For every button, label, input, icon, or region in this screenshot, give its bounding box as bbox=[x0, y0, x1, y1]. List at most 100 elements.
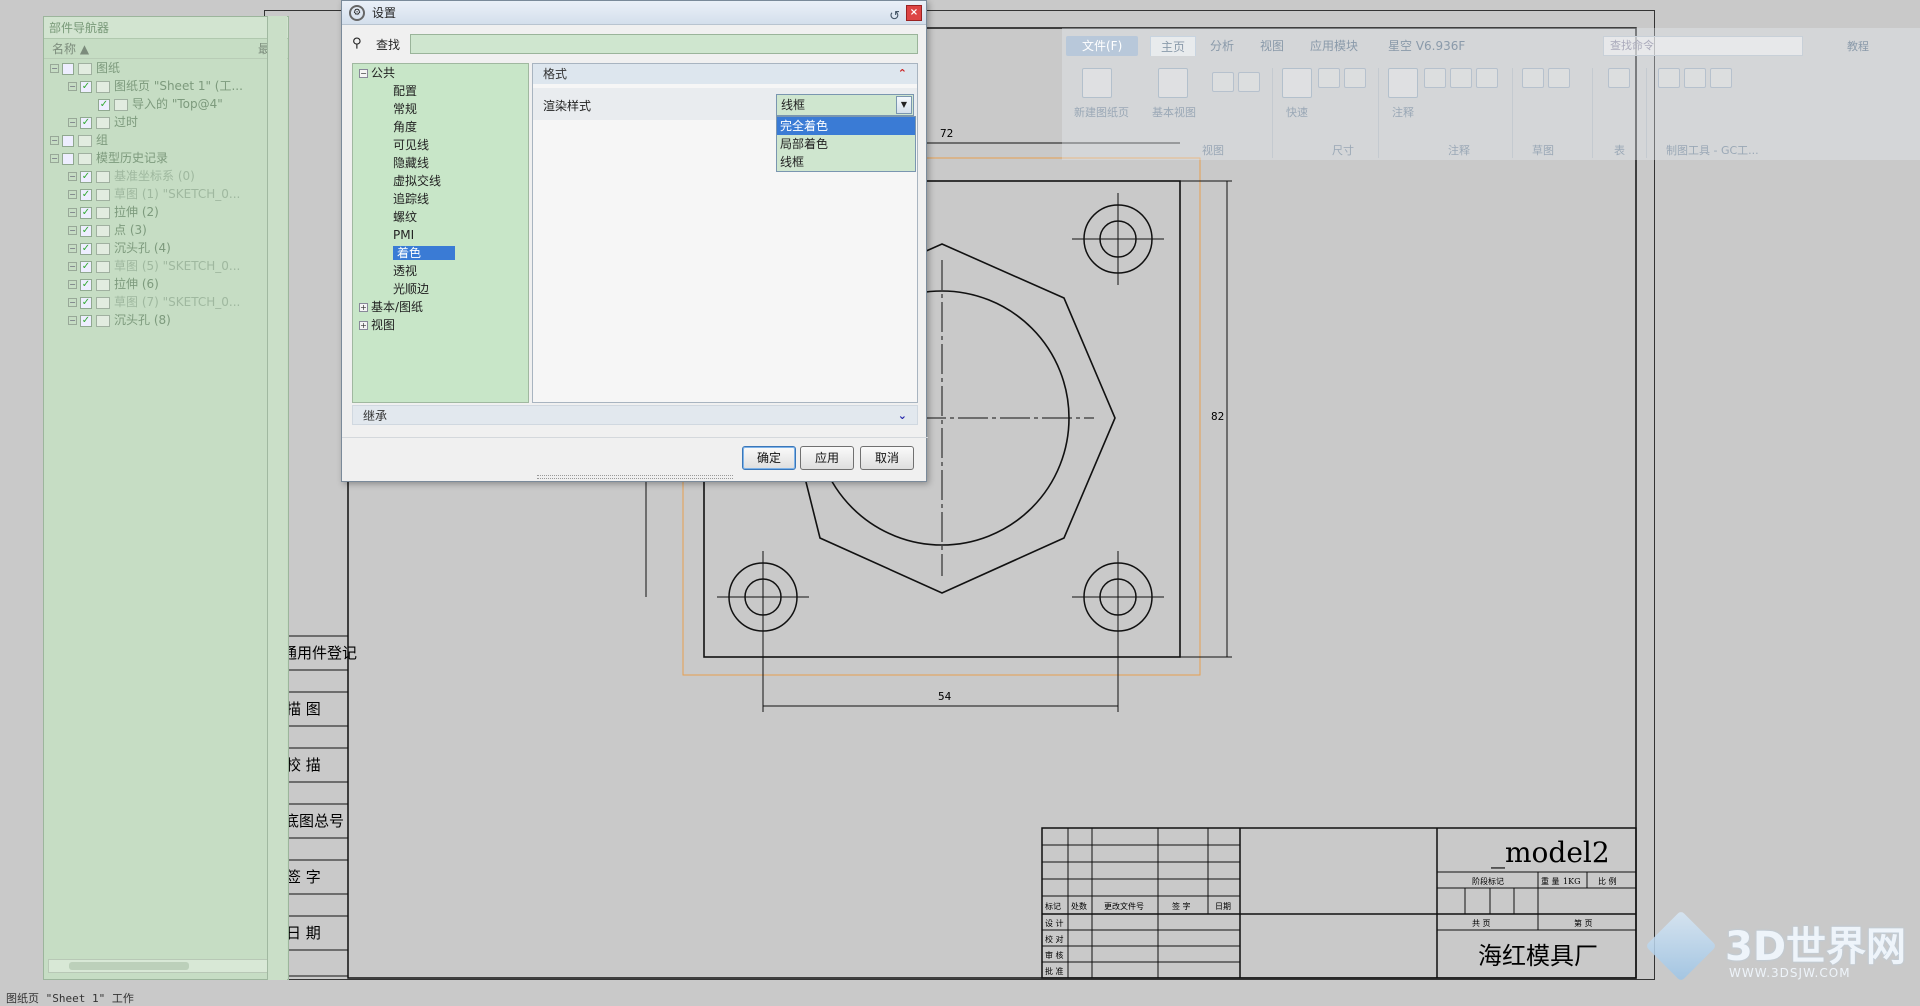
tree-item[interactable]: 配置 bbox=[353, 82, 528, 100]
expand-toggle-icon[interactable]: − bbox=[68, 172, 77, 181]
new-sheet-button[interactable]: 新建图纸页 bbox=[1074, 104, 1129, 120]
visibility-checkbox[interactable]: ✓ bbox=[80, 260, 92, 273]
find-input[interactable] bbox=[410, 34, 918, 54]
tree-item[interactable]: 可见线 bbox=[353, 136, 528, 154]
tree-node-public[interactable]: − 公共 bbox=[353, 64, 528, 82]
expand-toggle-icon[interactable]: − bbox=[68, 226, 77, 235]
tree-item[interactable]: PMI bbox=[353, 226, 528, 244]
visibility-checkbox[interactable]: ✓ bbox=[80, 80, 92, 93]
tree-item[interactable]: 追踪线 bbox=[353, 190, 528, 208]
navigator-row[interactable]: −✓点 (3)✔ bbox=[44, 221, 288, 239]
base-view-icon[interactable] bbox=[1158, 68, 1188, 98]
tree-item[interactable]: 虚拟交线 bbox=[353, 172, 528, 190]
navigator-row[interactable]: −图纸✔ bbox=[44, 59, 288, 77]
navigator-row[interactable]: −✓沉头孔 (8)✔ bbox=[44, 311, 288, 329]
expand-toggle-icon[interactable]: − bbox=[68, 190, 77, 199]
expand-toggle-icon[interactable]: − bbox=[68, 82, 77, 91]
navigator-row[interactable]: −✓沉头孔 (4)✔ bbox=[44, 239, 288, 257]
navigator-row[interactable]: − ✓ 过时 bbox=[44, 113, 288, 131]
tab-file[interactable]: 文件(F) bbox=[1066, 36, 1139, 56]
inherit-section-header[interactable]: 继承 ⌄ bbox=[352, 405, 918, 425]
expand-toggle-icon[interactable]: − bbox=[50, 64, 59, 73]
expand-toggle-icon[interactable]: − bbox=[68, 118, 77, 127]
visibility-checkbox[interactable]: ✓ bbox=[98, 98, 110, 111]
resize-grip[interactable] bbox=[537, 475, 733, 479]
tab-analysis[interactable]: 分析 bbox=[1210, 36, 1234, 56]
tree-item[interactable]: 常规 bbox=[353, 100, 528, 118]
dropdown-option[interactable]: 局部着色 bbox=[777, 135, 915, 153]
expand-toggle-icon[interactable]: − bbox=[68, 208, 77, 217]
visibility-checkbox[interactable]: ✓ bbox=[80, 188, 92, 201]
ok-button[interactable]: 确定 bbox=[742, 446, 796, 470]
annotation-icon[interactable] bbox=[1450, 68, 1472, 88]
tree-item[interactable]: 着色 bbox=[353, 244, 528, 262]
navigator-row[interactable]: −✓草图 (7) "SKETCH_0...✔ bbox=[44, 293, 288, 311]
dropdown-option[interactable]: 完全着色 bbox=[777, 117, 915, 135]
dimension-icon[interactable] bbox=[1344, 68, 1366, 88]
format-section-header[interactable]: 格式 ⌃ bbox=[533, 64, 917, 84]
visibility-checkbox[interactable]: ✓ bbox=[80, 242, 92, 255]
resource-bar[interactable] bbox=[267, 16, 287, 980]
column-name[interactable]: 名称 bbox=[52, 42, 76, 56]
tab-home[interactable]: 主页 bbox=[1150, 36, 1197, 56]
drafting-tool-icon[interactable] bbox=[1710, 68, 1732, 88]
visibility-checkbox[interactable]: ✓ bbox=[80, 296, 92, 309]
expand-toggle-icon[interactable]: − bbox=[50, 154, 59, 163]
navigator-row[interactable]: −✓草图 (1) "SKETCH_0...✔ bbox=[44, 185, 288, 203]
base-view-button[interactable]: 基本视图 bbox=[1152, 104, 1196, 120]
view-tool-icon[interactable] bbox=[1238, 72, 1260, 92]
visibility-checkbox[interactable] bbox=[62, 134, 74, 147]
close-icon[interactable]: × bbox=[906, 5, 922, 21]
navigator-row[interactable]: −✓拉伸 (2)✔ bbox=[44, 203, 288, 221]
tab-view[interactable]: 视图 bbox=[1260, 36, 1284, 56]
visibility-checkbox[interactable]: ✓ bbox=[80, 170, 92, 183]
sketch-icon[interactable] bbox=[1522, 68, 1544, 88]
command-search-input[interactable]: 查找命令 bbox=[1603, 36, 1803, 56]
reset-icon[interactable]: ↺ bbox=[889, 5, 900, 29]
navigator-hscrollbar[interactable] bbox=[48, 959, 284, 973]
navigator-row[interactable]: − 模型历史记录 bbox=[44, 149, 288, 167]
annotation-icon[interactable] bbox=[1424, 68, 1446, 88]
visibility-checkbox[interactable]: ✓ bbox=[80, 224, 92, 237]
expand-icon[interactable]: ⌄ bbox=[898, 406, 907, 426]
expand-toggle-icon[interactable]: − bbox=[68, 262, 77, 271]
expand-toggle-icon[interactable]: − bbox=[50, 136, 59, 145]
visibility-checkbox[interactable]: ✓ bbox=[80, 314, 92, 327]
annotation-icon[interactable] bbox=[1476, 68, 1498, 88]
tree-item[interactable]: 角度 bbox=[353, 118, 528, 136]
tree-item[interactable]: 螺纹 bbox=[353, 208, 528, 226]
collapse-icon[interactable]: ⌃ bbox=[898, 64, 907, 84]
dialog-titlebar[interactable]: ⚙ 设置 ↺ × bbox=[342, 1, 926, 25]
expand-toggle-icon[interactable]: − bbox=[68, 280, 77, 289]
expand-toggle-icon[interactable]: − bbox=[68, 298, 77, 307]
tab-plugin[interactable]: 星空 V6.936F bbox=[1388, 36, 1465, 56]
new-sheet-icon[interactable] bbox=[1082, 68, 1112, 98]
table-icon[interactable] bbox=[1608, 68, 1630, 88]
note-icon[interactable] bbox=[1388, 68, 1418, 98]
navigator-row[interactable]: −✓基准坐标系 (0)✔ bbox=[44, 167, 288, 185]
visibility-checkbox[interactable]: ✓ bbox=[80, 116, 92, 129]
dropdown-option[interactable]: 线框 bbox=[777, 153, 915, 171]
visibility-checkbox[interactable]: ✓ bbox=[80, 206, 92, 219]
navigator-row[interactable]: −✓图纸页 "Sheet 1" (工...✔ bbox=[44, 77, 288, 95]
navigator-row[interactable]: −✓草图 (5) "SKETCH_0...✔ bbox=[44, 257, 288, 275]
tree-node-basic-sheet[interactable]: + 基本/图纸 bbox=[353, 298, 528, 316]
dimension-icon[interactable] bbox=[1318, 68, 1340, 88]
navigator-column-header[interactable]: 名称 ▲ 最新 bbox=[44, 39, 288, 59]
render-style-select[interactable]: 线框 ▼ bbox=[776, 94, 914, 116]
quick-dimension-button[interactable]: 快速 bbox=[1286, 104, 1308, 120]
expand-toggle-icon[interactable]: − bbox=[68, 316, 77, 325]
navigator-row[interactable]: − 组 bbox=[44, 131, 288, 149]
navigator-row[interactable]: −✓拉伸 (6)✔ bbox=[44, 275, 288, 293]
tree-node-view[interactable]: + 视图 bbox=[353, 316, 528, 334]
drafting-tool-icon[interactable] bbox=[1658, 68, 1680, 88]
apply-button[interactable]: 应用 bbox=[800, 446, 854, 470]
visibility-checkbox[interactable] bbox=[62, 62, 74, 75]
tree-item[interactable]: 光顺边 bbox=[353, 280, 528, 298]
quick-dimension-icon[interactable] bbox=[1282, 68, 1312, 98]
tree-item[interactable]: 透视 bbox=[353, 262, 528, 280]
sketch-icon[interactable] bbox=[1548, 68, 1570, 88]
navigator-row[interactable]: ✓导入的 "Top@4"✔ bbox=[44, 95, 288, 113]
drafting-tool-icon[interactable] bbox=[1684, 68, 1706, 88]
tree-item[interactable]: 隐藏线 bbox=[353, 154, 528, 172]
